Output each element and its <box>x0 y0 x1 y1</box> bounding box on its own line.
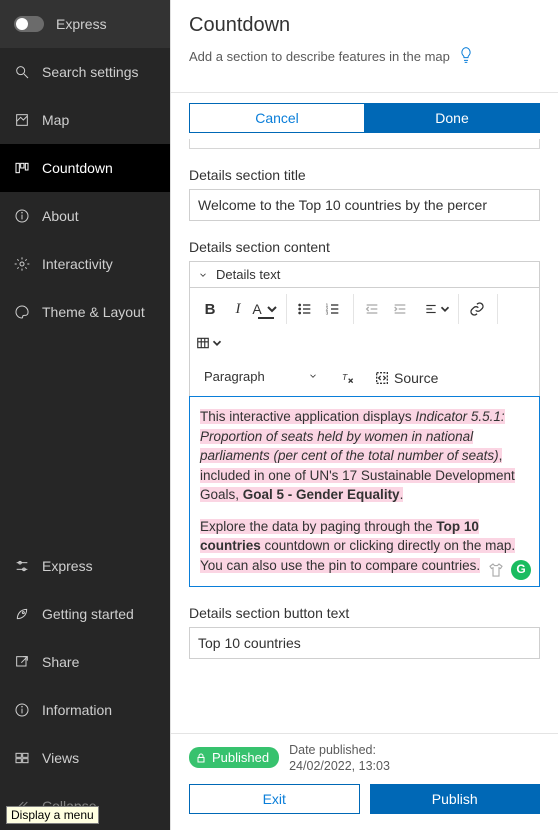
sidebar-bottom-information[interactable]: Information <box>0 686 170 734</box>
exit-button[interactable]: Exit <box>189 784 360 814</box>
details-button-input[interactable]: Top 10 countries <box>189 627 540 659</box>
date-published-label: Date published: <box>289 742 390 758</box>
search-placeholder: Search settings <box>42 64 139 80</box>
collapsed-box <box>189 139 540 149</box>
link-button[interactable] <box>463 295 491 323</box>
page-title: Countdown <box>189 14 540 37</box>
sidebar-item-label: Theme & Layout <box>42 304 145 320</box>
published-label: Published <box>212 750 269 765</box>
rich-text-editor: Details text B I A 12 <box>189 261 540 587</box>
paragraph-style-select[interactable]: Paragraph <box>196 362 326 390</box>
lock-icon <box>195 752 207 764</box>
editor-content-area[interactable]: This interactive application displays In… <box>189 396 540 587</box>
italic-button[interactable]: I <box>224 295 252 323</box>
palette-icon <box>14 304 30 320</box>
sidebar-item-theme[interactable]: Theme & Layout <box>0 288 170 336</box>
sidebar-item-label: Express <box>42 558 93 574</box>
publish-button[interactable]: Publish <box>370 784 541 814</box>
express-toggle-row[interactable]: Express <box>0 0 170 48</box>
search-settings[interactable]: Search settings <box>0 48 170 96</box>
chevron-down-icon <box>198 270 208 280</box>
sidebar-item-label: Information <box>42 702 112 718</box>
svg-text:3: 3 <box>326 310 329 315</box>
bullet-list-button[interactable] <box>291 295 319 323</box>
sidebar-item-interactivity[interactable]: Interactivity <box>0 240 170 288</box>
share-icon <box>14 654 30 670</box>
sidebar-bottom-getting-started[interactable]: Getting started <box>0 590 170 638</box>
details-button-label: Details section button text <box>189 605 540 621</box>
express-toggle[interactable] <box>14 16 44 32</box>
cancel-button[interactable]: Cancel <box>189 103 364 133</box>
editor-toolbar: B I A 123 <box>190 288 539 397</box>
paragraph-label: Paragraph <box>204 369 265 384</box>
source-button[interactable]: Source <box>370 364 442 392</box>
number-list-button[interactable]: 123 <box>319 295 347 323</box>
sidebar-item-about[interactable]: About <box>0 192 170 240</box>
info-icon <box>14 208 30 224</box>
lightbulb-icon[interactable] <box>458 45 474 68</box>
sidebar-item-label: Share <box>42 654 79 670</box>
page-subtitle: Add a section to describe features in th… <box>189 49 450 64</box>
content-text: . <box>400 487 404 502</box>
main-panel: Countdown Add a section to describe feat… <box>170 0 558 830</box>
editor-collapse-header[interactable]: Details text <box>190 262 539 288</box>
rocket-icon <box>14 606 30 622</box>
sidebar-item-label: Views <box>42 750 79 766</box>
text-color-button[interactable]: A <box>252 295 280 323</box>
sidebar-item-map[interactable]: Map <box>0 96 170 144</box>
content-text: Goal 5 - Gender Equality <box>243 487 400 502</box>
indent-button[interactable] <box>386 295 414 323</box>
sidebar: Express Search settings Map Countdown Ab… <box>0 0 170 830</box>
clear-format-button[interactable]: T <box>334 364 362 392</box>
sidebar-item-label: About <box>42 208 79 224</box>
sidebar-bottom-share[interactable]: Share <box>0 638 170 686</box>
details-button-value: Top 10 countries <box>198 635 301 651</box>
grammarly-icon[interactable]: G <box>511 560 531 580</box>
sliders-icon <box>14 558 30 574</box>
sidebar-item-countdown[interactable]: Countdown <box>0 144 170 192</box>
sidebar-bottom-views[interactable]: Views <box>0 734 170 782</box>
sidebar-item-label: Countdown <box>42 160 113 176</box>
source-label: Source <box>394 370 438 386</box>
views-icon <box>14 750 30 766</box>
panel-footer: Published Date published: 24/02/2022, 13… <box>171 733 558 830</box>
date-published-value: 24/02/2022, 13:03 <box>289 758 390 774</box>
align-button[interactable] <box>424 295 452 323</box>
sidebar-bottom-express[interactable]: Express <box>0 542 170 590</box>
details-title-value: Welcome to the Top 10 countries by the p… <box>198 197 487 213</box>
gear-icon <box>14 256 30 272</box>
express-label: Express <box>56 16 107 32</box>
table-button[interactable] <box>196 329 224 357</box>
segmented-buttons: Cancel Done <box>189 103 540 133</box>
bold-button[interactable]: B <box>196 295 224 323</box>
publish-meta: Date published: 24/02/2022, 13:03 <box>289 742 390 775</box>
content-text: This interactive application displays <box>200 409 415 424</box>
search-icon <box>14 64 30 80</box>
details-title-input[interactable]: Welcome to the Top 10 countries by the p… <box>189 189 540 221</box>
panel-body[interactable]: Cancel Done Details section title Welcom… <box>171 93 558 733</box>
sidebar-item-label: Map <box>42 112 69 128</box>
svg-text:T: T <box>342 372 348 382</box>
tooltip: Display a menu <box>6 806 99 824</box>
sidebar-item-label: Getting started <box>42 606 134 622</box>
countdown-icon <box>14 160 30 176</box>
editor-header-label: Details text <box>216 267 280 282</box>
assistant-icon[interactable] <box>487 560 505 580</box>
done-button[interactable]: Done <box>364 103 540 133</box>
map-icon <box>14 112 30 128</box>
details-content-label: Details section content <box>189 239 540 255</box>
outdent-button[interactable] <box>358 295 386 323</box>
details-title-label: Details section title <box>189 167 540 183</box>
content-text: Explore the data by paging through the <box>200 519 436 534</box>
panel-header: Countdown Add a section to describe feat… <box>171 0 558 93</box>
info-icon <box>14 702 30 718</box>
published-badge: Published <box>189 747 279 768</box>
sidebar-item-label: Interactivity <box>42 256 113 272</box>
